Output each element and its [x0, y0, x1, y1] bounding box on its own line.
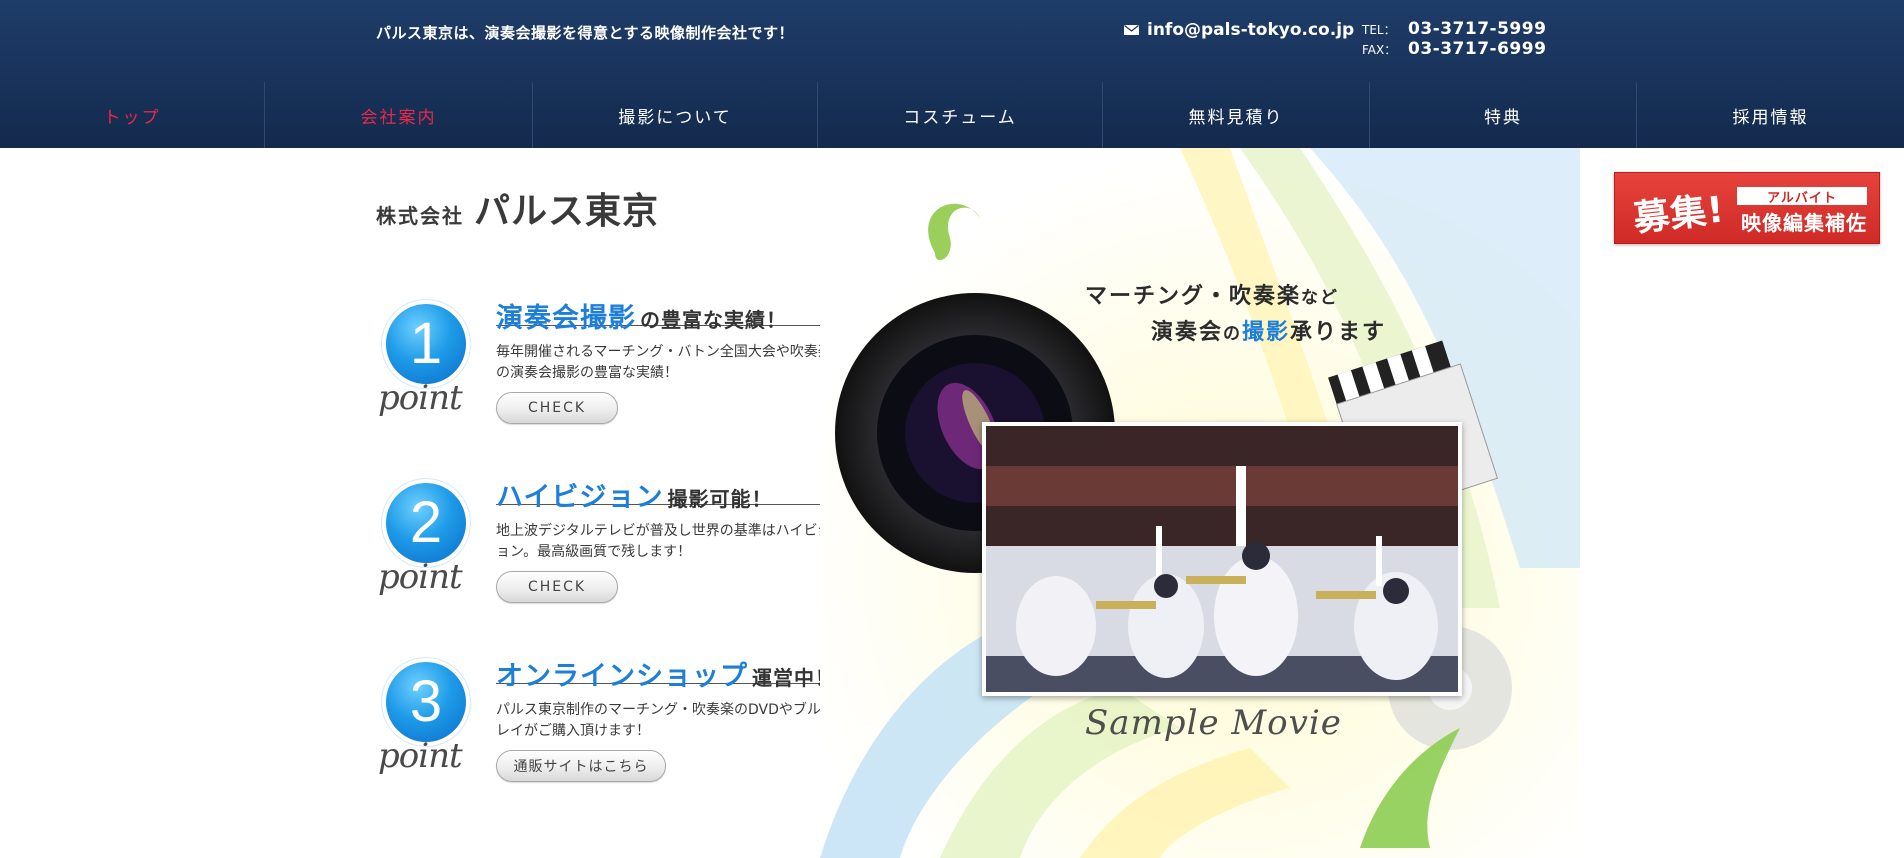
tel-label: TEL：	[1362, 23, 1396, 37]
shop-button[interactable]: 通販サイトはこちら	[496, 750, 666, 782]
point-number-2: 2	[386, 483, 466, 563]
point-title-rest-2: 撮影可能！	[667, 487, 773, 511]
point-title-accent-1: 演奏会撮影	[496, 303, 636, 334]
point-desc-1: 毎年開催されるマーチング・バトン全国大会や吹奏楽の演奏会撮影の豊富な実績！	[496, 344, 832, 381]
point-badge-3: 3 point	[376, 654, 476, 784]
recruit-sub-label: 映像編集補佐	[1741, 211, 1867, 235]
nav-estimate[interactable]: 無料見積り	[1103, 82, 1370, 148]
recruit-main-label: 募集!	[1631, 189, 1727, 240]
point-script-1: point	[378, 378, 463, 418]
hero-line2-pre: 演奏会	[1151, 320, 1224, 345]
mail-icon	[1124, 25, 1139, 35]
point-badge-1: 1 point	[376, 296, 476, 426]
sample-movie-caption: Sample Movie	[1085, 703, 1342, 743]
logo-prefix: 株式会社	[376, 204, 464, 228]
tel-row: TEL： 03-3717-5999	[1362, 19, 1546, 39]
point-title-accent-3: オンラインショップ	[496, 661, 748, 692]
point-title-accent-2: ハイビジョン	[496, 482, 664, 513]
hero-line1-small: など	[1301, 288, 1340, 308]
nav-filming[interactable]: 撮影について	[533, 82, 818, 148]
nav-benefits-label: 特典	[1484, 107, 1522, 128]
nav-estimate-label: 無料見積り	[1188, 107, 1284, 128]
site-header: パルス東京は、演奏会撮影を得意とする映像制作会社です！ info@pals-to…	[0, 0, 1904, 148]
marching-band-photo	[986, 426, 1458, 692]
hero-headline-line1: マーチング・吹奏楽など	[1085, 278, 1386, 310]
email-link[interactable]: info@pals-tokyo.co.jp	[1147, 20, 1354, 40]
point-number-3: 3	[386, 662, 466, 742]
nav-company-label: 会社案内	[360, 107, 437, 128]
email-contact[interactable]: info@pals-tokyo.co.jp	[1124, 20, 1354, 40]
nav-filming-label: 撮影について	[618, 107, 732, 128]
hero-line2-accent: 撮影	[1242, 320, 1291, 345]
point-script-3: point	[378, 736, 463, 776]
recruit-tag: アルバイト	[1737, 187, 1867, 206]
nav-recruit[interactable]: 採用情報	[1637, 82, 1904, 148]
point-desc-3: パルス東京制作のマーチング・吹奏楽のDVDやブルーレイがご購入頂けます！	[496, 702, 835, 739]
hero-visual: マーチング・吹奏楽など 演奏会の撮影承ります Sample Movie	[820, 148, 1580, 858]
check-button-1[interactable]: CHECK	[496, 392, 618, 424]
point-script-2: point	[378, 557, 463, 597]
hero-line2-small: の	[1223, 324, 1243, 344]
fax-label: FAX：	[1362, 43, 1397, 57]
main-nav: トップ 会社案内 撮影について コスチューム 無料見積り 特典 採用情報	[0, 82, 1904, 148]
hero-headline: マーチング・吹奏楽など 演奏会の撮影承ります	[1085, 278, 1386, 346]
company-logo[interactable]: 株式会社 パルス東京	[376, 182, 659, 234]
logo-name: パルス東京	[474, 191, 660, 232]
point-title-2: ハイビジョン 撮影可能！	[496, 475, 826, 513]
fax-number: 03-3717-6999	[1408, 39, 1547, 59]
point-badge-2: 2 point	[376, 475, 476, 605]
hero-line1-main: マーチング・吹奏楽	[1085, 284, 1302, 309]
recruit-banner[interactable]: 募集! アルバイト 映像編集補佐	[1614, 172, 1880, 244]
sample-movie-thumbnail[interactable]	[982, 422, 1462, 696]
nav-costume[interactable]: コスチューム	[818, 82, 1103, 148]
nav-company[interactable]: 会社案内	[265, 82, 533, 148]
check-button-2[interactable]: CHECK	[496, 571, 618, 603]
hero-headline-line2: 演奏会の撮影承ります	[1151, 314, 1386, 346]
point-desc-2: 地上波デジタルテレビが普及し世界の基準はハイビジョン。最高級画質で残します！	[496, 523, 832, 560]
nav-benefits[interactable]: 特典	[1370, 82, 1637, 148]
hero-line2-post: 承ります	[1290, 320, 1387, 345]
nav-recruit-label: 採用情報	[1732, 107, 1809, 128]
nav-top-label: トップ	[103, 107, 161, 128]
tel-number[interactable]: 03-3717-5999	[1408, 19, 1546, 39]
point-title-rest-1: の豊富な実績！	[640, 308, 787, 332]
fax-row: FAX： 03-3717-6999	[1362, 39, 1546, 59]
point-number-1: 1	[386, 304, 466, 384]
point-title-1: 演奏会撮影 の豊富な実績！	[496, 296, 826, 334]
nav-top[interactable]: トップ	[0, 82, 265, 148]
nav-costume-label: コスチューム	[903, 107, 1017, 128]
header-tagline: パルス東京は、演奏会撮影を得意とする映像制作会社です！	[376, 24, 795, 42]
